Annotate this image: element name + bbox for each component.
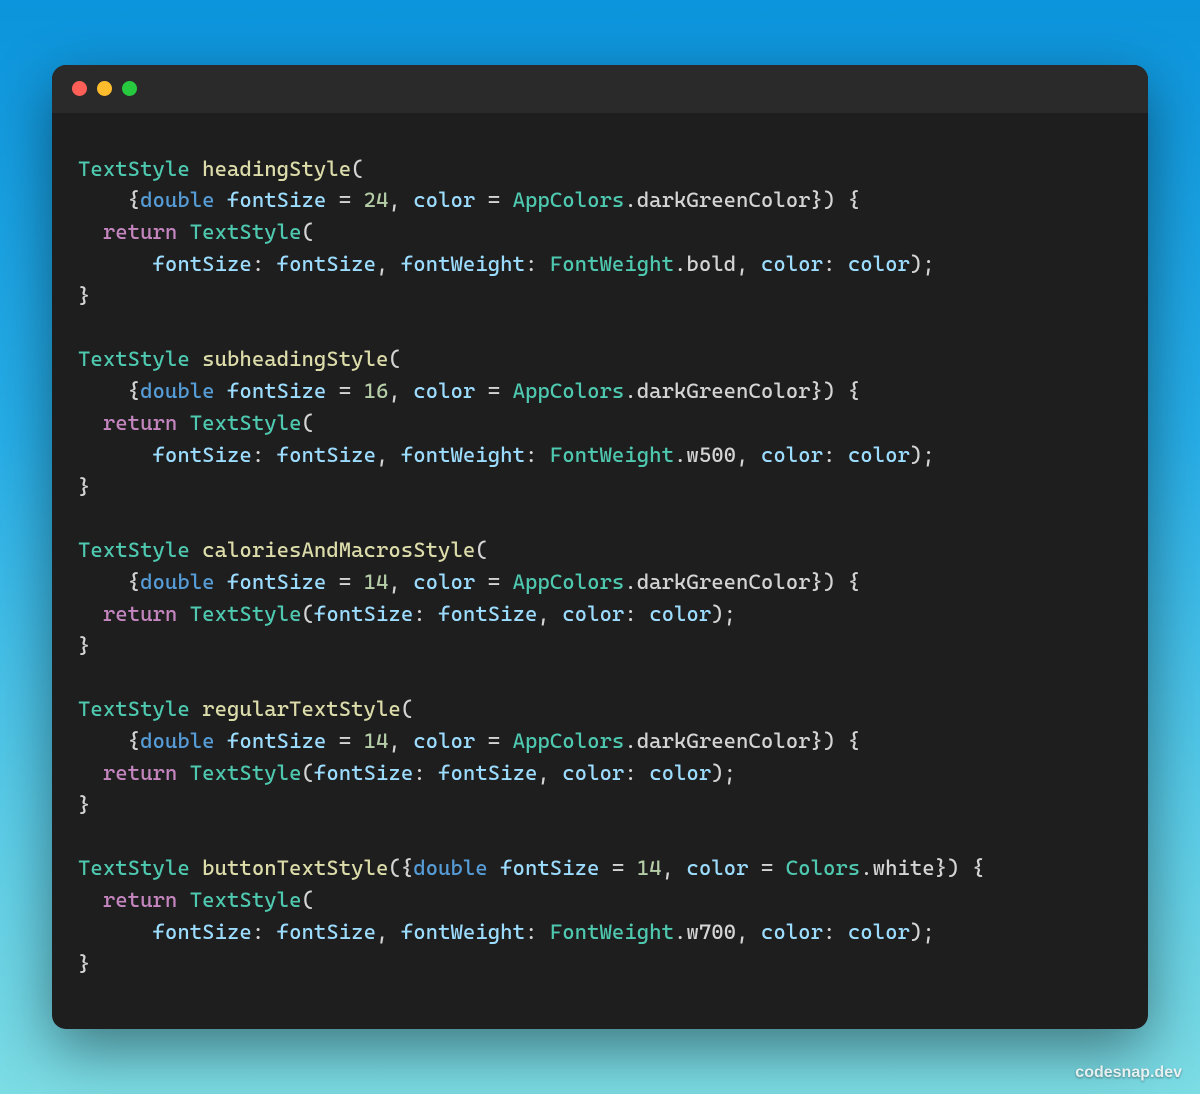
minimize-icon[interactable] [97, 81, 112, 96]
close-icon[interactable] [72, 81, 87, 96]
code-window: TextStyle headingStyle( {double fontSize… [52, 65, 1148, 1030]
code-editor: TextStyle headingStyle( {double fontSize… [52, 113, 1148, 1030]
watermark-label: codesnap.dev [1075, 1064, 1182, 1082]
window-titlebar [52, 65, 1148, 113]
maximize-icon[interactable] [122, 81, 137, 96]
